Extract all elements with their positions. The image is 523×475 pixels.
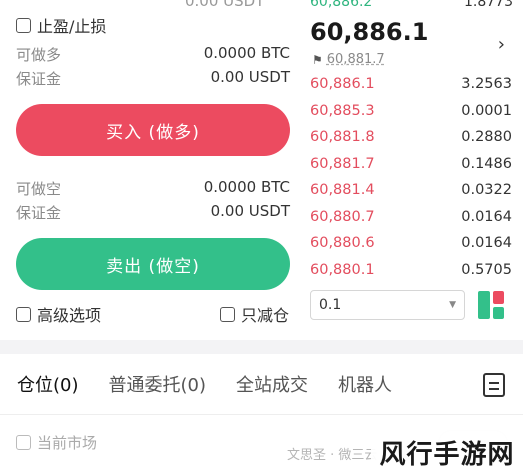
bid-price: 60,880.7 (310, 208, 375, 225)
depth-bar (511, 177, 518, 203)
depth-bar (513, 230, 518, 256)
bid-qty: 0.5705 (461, 261, 512, 278)
checkbox-icon[interactable] (16, 306, 31, 322)
bid-row[interactable]: 60,881.7 0.1486 (306, 150, 518, 177)
tab-divider (0, 414, 523, 415)
tab-bots[interactable]: 机器人 (338, 371, 392, 397)
bid-price: 60,885.3 (310, 102, 375, 119)
bid-row[interactable]: 60,881.4 0.0322 (306, 177, 518, 203)
advanced-options-label: 高级选项 (37, 306, 102, 325)
current-market-label: 当前市场 (37, 434, 98, 452)
tp-sl-label: 止盈/止损 (37, 17, 107, 36)
checkbox-icon[interactable] (220, 306, 235, 322)
bid-price: 60,886.1 (310, 76, 375, 92)
depth-value: 0.1 (319, 297, 342, 313)
bid-price: 60,880.6 (310, 235, 375, 251)
top-ask-row[interactable]: 60,886.2 1.8773 (310, 0, 513, 10)
bid-qty: 0.2880 (461, 129, 512, 145)
order-book: 60,886.2 1.8773 60,886.1 › ⚑ 60,881.7 60… (306, 0, 523, 340)
book-layout-icon[interactable] (478, 291, 504, 319)
buy-margin-label: 保证金 (16, 70, 62, 88)
depth-bar (513, 97, 518, 124)
checkbox-icon[interactable] (16, 435, 31, 450)
buy-long-button[interactable]: 买入 (做多) (16, 104, 290, 156)
reduce-only-toggle[interactable]: 只减仓 (220, 302, 289, 326)
mark-price: 60,881.7 (326, 52, 385, 67)
document-icon[interactable] (483, 373, 505, 397)
tab-trades[interactable]: 全站成交 (236, 371, 308, 397)
watermark-text: 文思圣 · 微三云 (287, 448, 378, 463)
order-panel: 0.00 USDT 止盈/止损 可做多 0.0000 BTC 保证金 0.00 … (0, 0, 300, 340)
bid-row[interactable]: 60,886.1 3.2563 (306, 71, 518, 97)
bid-qty: 0.0164 (461, 235, 512, 251)
tab-open-orders[interactable]: 普通委托(0) (109, 371, 207, 397)
position-tabs: 仓位(0) 普通委托(0) 全站成交 机器人 (0, 360, 523, 408)
buy-margin-row: 保证金 0.00 USDT (16, 68, 290, 89)
bid-row[interactable]: 60,880.6 0.0164 (306, 230, 518, 256)
bid-price: 60,881.8 (310, 129, 375, 145)
sell-margin-label: 保证金 (16, 204, 62, 222)
max-long-value: 0.0000 BTC (203, 44, 290, 62)
sell-margin-row: 保证金 0.00 USDT (16, 202, 290, 223)
flag-icon: ⚑ (312, 52, 323, 67)
section-divider (0, 340, 523, 354)
caret-down-icon: ▼ (449, 300, 456, 310)
bid-row[interactable]: 60,885.3 0.0001 (306, 97, 518, 124)
tp-sl-toggle[interactable]: 止盈/止损 (16, 13, 106, 37)
watermark-logo-text: 风行手游网 (379, 440, 515, 470)
bid-row[interactable]: 60,880.1 0.5705 (306, 256, 518, 283)
depth-select[interactable]: 0.1 ▼ (310, 290, 465, 320)
top-partial-value: 0.00 USDT (185, 0, 265, 10)
bid-price: 60,880.1 (310, 261, 375, 278)
sell-margin-value: 0.00 USDT (210, 202, 290, 220)
chevron-right-icon[interactable]: › (498, 34, 505, 55)
max-short-row: 可做空 0.0000 BTC (16, 178, 290, 199)
ask-qty: 1.8773 (464, 0, 513, 10)
sell-short-button[interactable]: 卖出 (做空) (16, 238, 290, 290)
bid-qty: 0.0164 (461, 208, 512, 225)
tab-positions[interactable]: 仓位(0) (17, 371, 79, 397)
checkbox-icon[interactable] (16, 17, 31, 33)
max-short-label: 可做空 (16, 180, 62, 198)
bid-qty: 3.2563 (461, 76, 512, 92)
max-short-value: 0.0000 BTC (203, 178, 290, 196)
bid-row[interactable]: 60,881.8 0.2880 (306, 124, 518, 150)
depth-bar (513, 203, 518, 230)
ask-price: 60,886.2 (310, 0, 373, 10)
mark-price-row: ⚑ 60,881.7 (312, 52, 385, 67)
bid-qty: 0.0322 (461, 182, 512, 198)
bid-row[interactable]: 60,880.7 0.0164 (306, 203, 518, 230)
max-long-row: 可做多 0.0000 BTC (16, 44, 290, 65)
reduce-only-label: 只减仓 (241, 306, 290, 325)
max-long-label: 可做多 (16, 46, 62, 64)
buy-margin-value: 0.00 USDT (210, 68, 290, 86)
bid-price: 60,881.7 (310, 155, 375, 172)
current-market-toggle[interactable]: 当前市场 (16, 432, 97, 453)
watermark-logo: 风行手游网 (371, 430, 523, 475)
bid-qty: 0.1486 (461, 155, 512, 172)
last-price: 60,886.1 (310, 18, 429, 46)
bid-qty: 0.0001 (461, 102, 512, 119)
advanced-options-toggle[interactable]: 高级选项 (16, 302, 101, 326)
bid-price: 60,881.4 (310, 182, 375, 198)
